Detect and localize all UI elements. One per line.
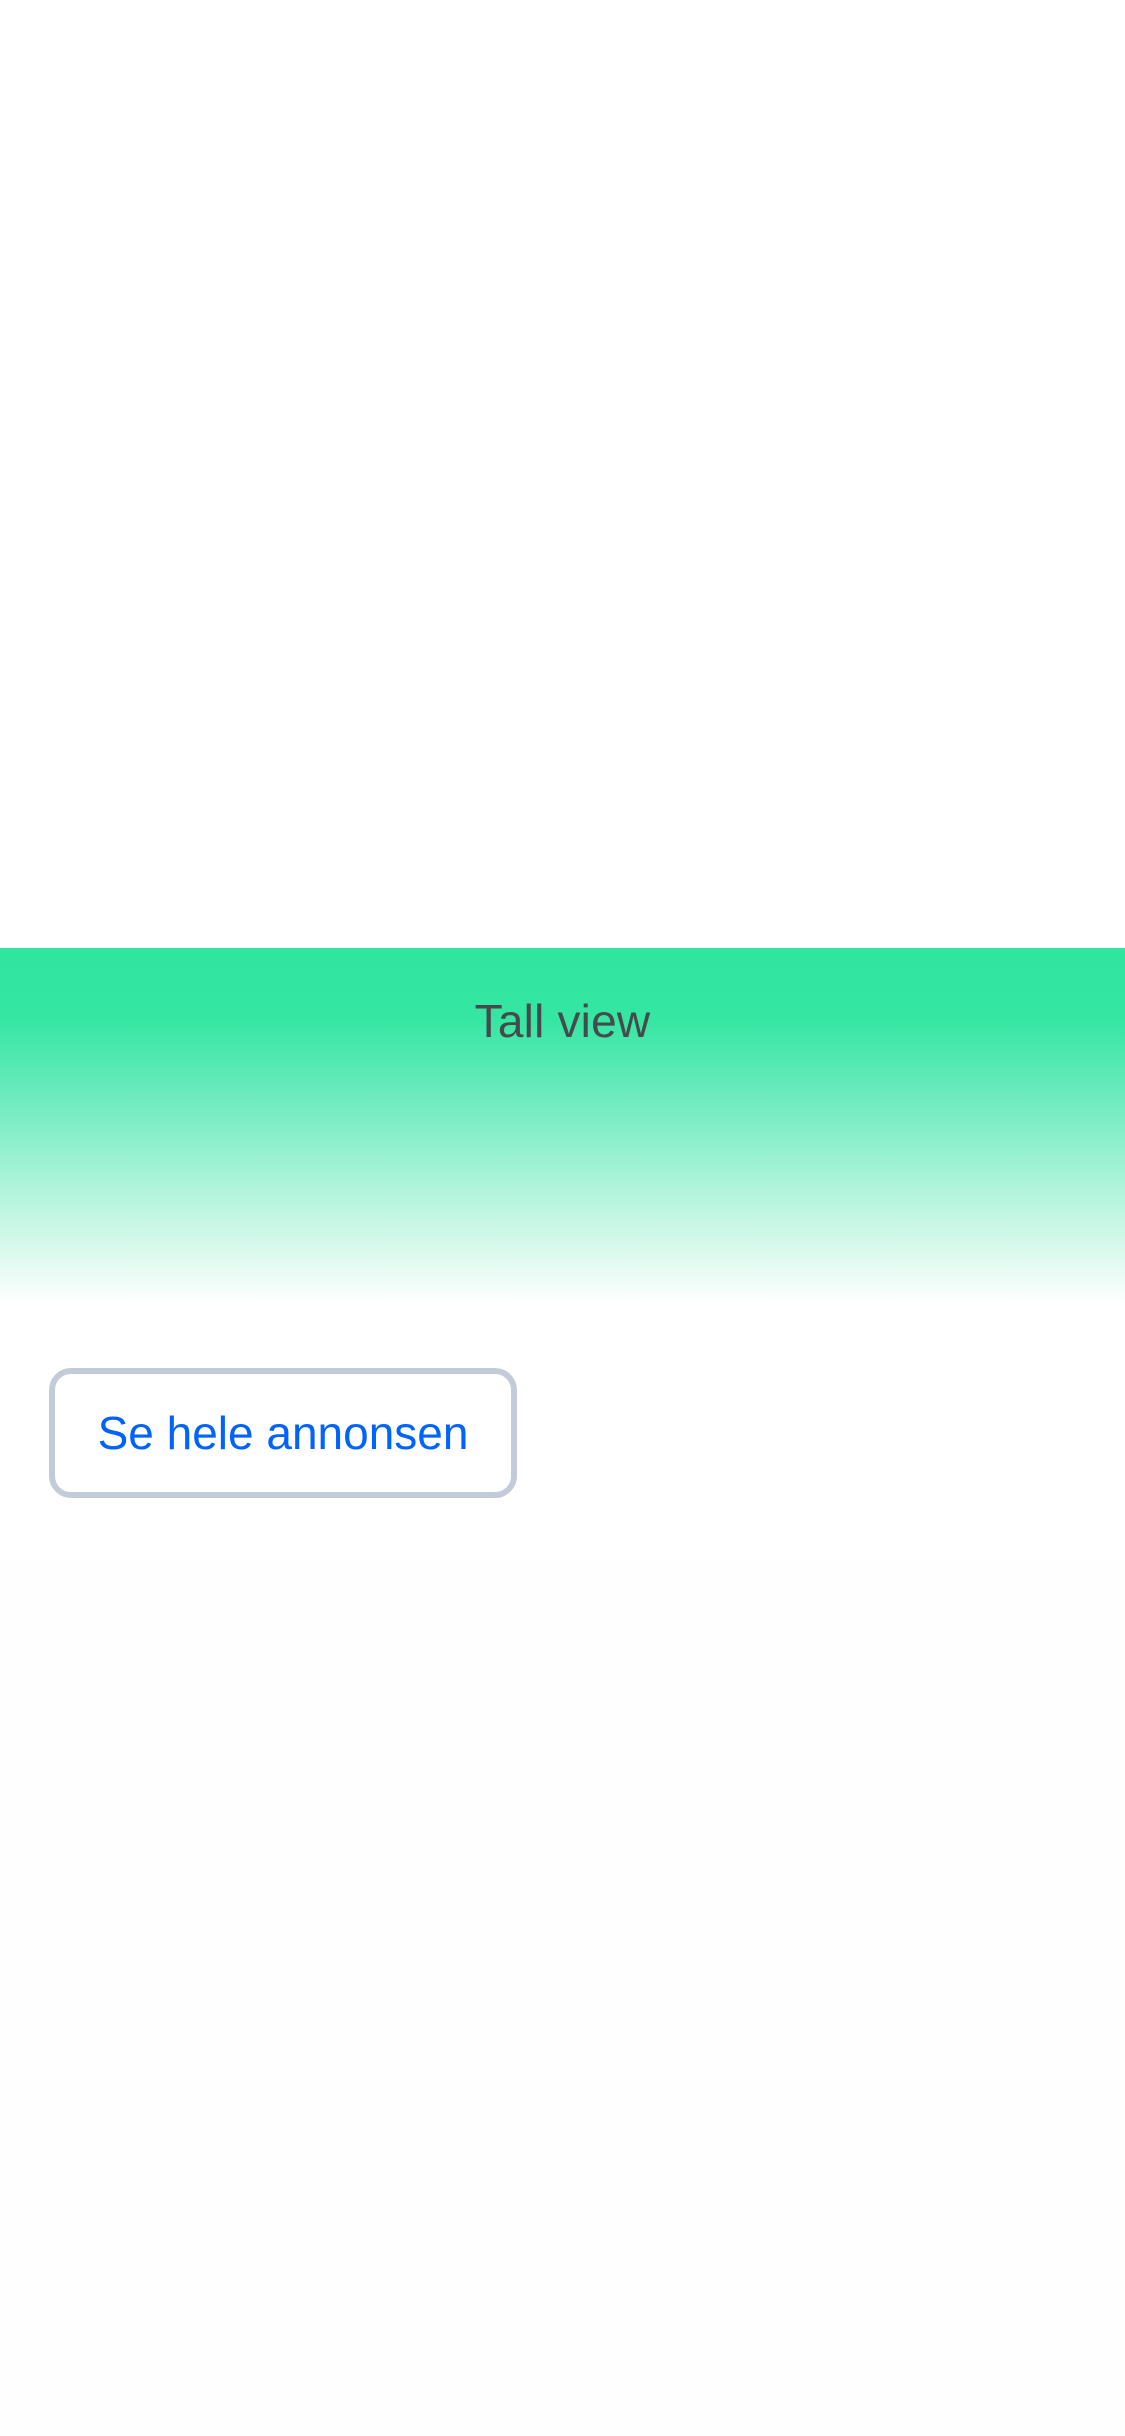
tall-view-label: Tall view	[474, 995, 651, 1047]
see-full-ad-label: Se hele annonsen	[97, 1407, 469, 1459]
see-full-ad-button[interactable]: Se hele annonsen	[49, 1368, 517, 1498]
screen: Tall view Se hele annonsen	[0, 0, 1125, 2436]
bottom-blank-area	[0, 1560, 1125, 2436]
blank-content-area	[0, 0, 1125, 948]
tall-view-banner: Tall view	[0, 948, 1125, 1305]
